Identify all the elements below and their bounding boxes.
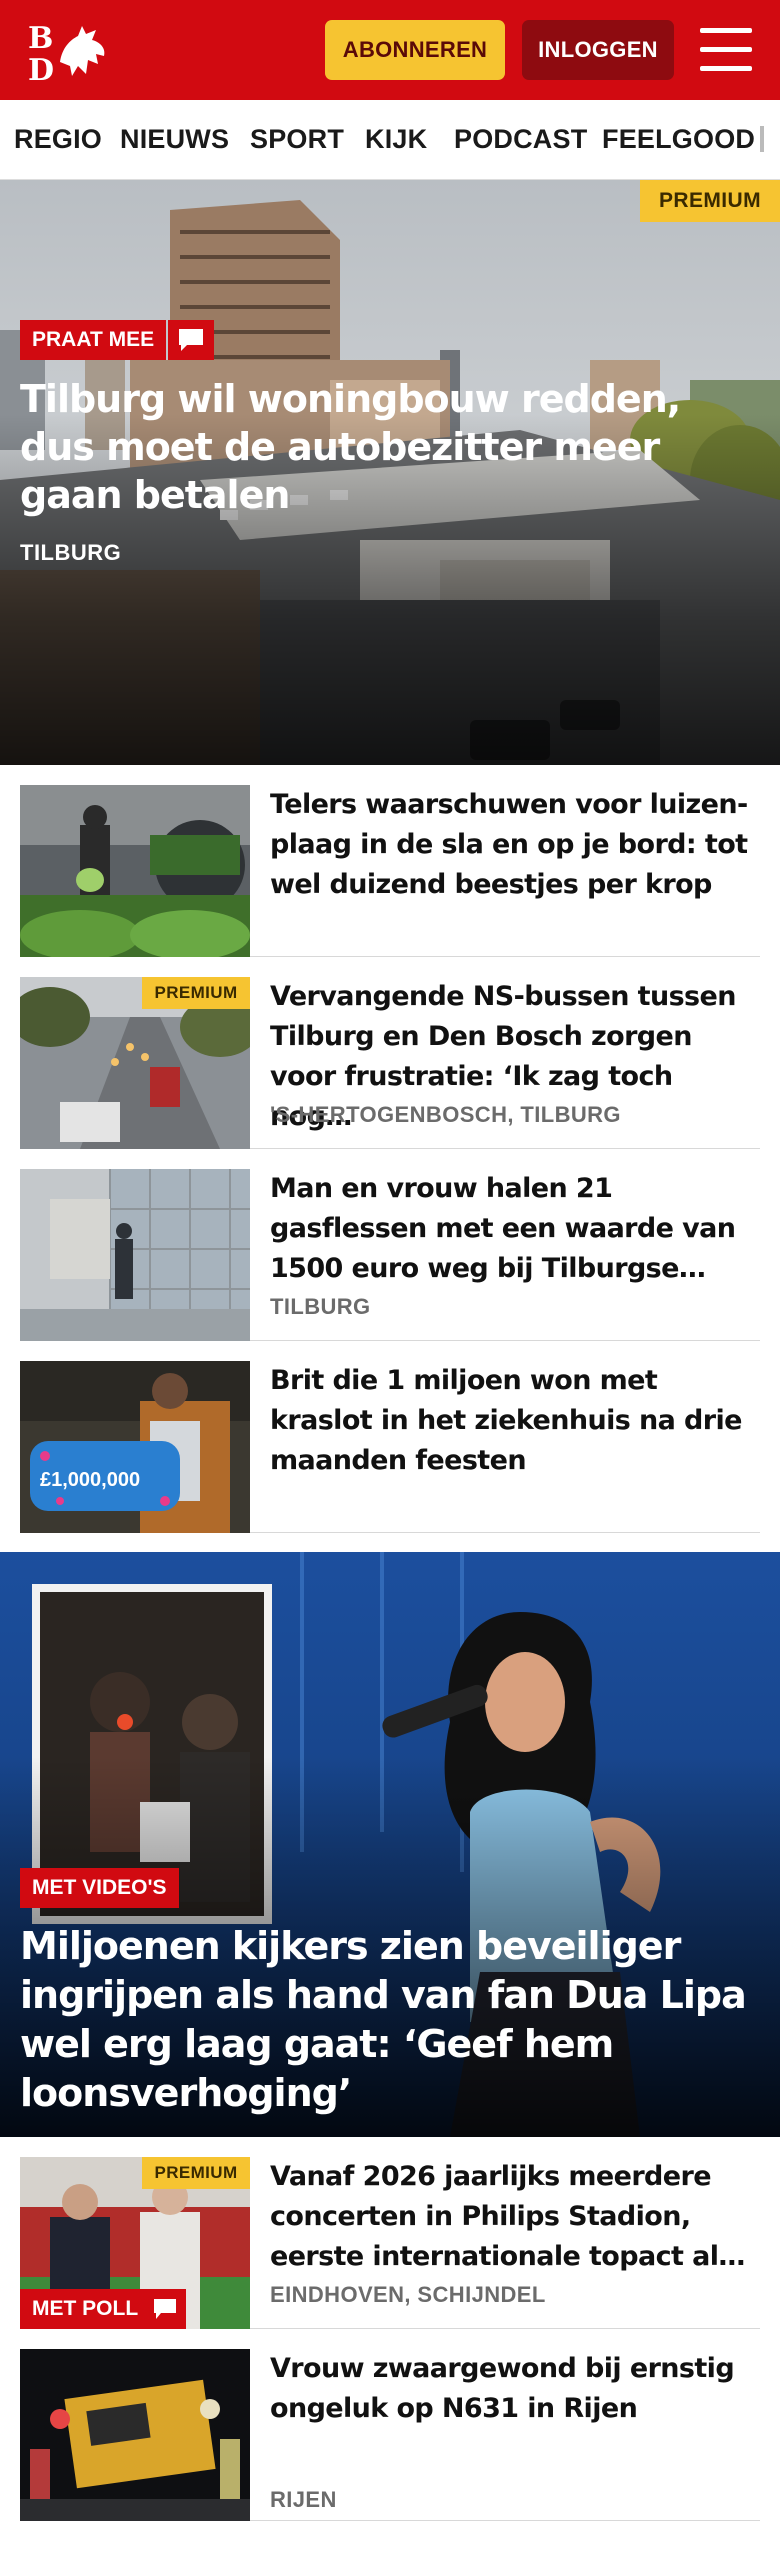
hero-title[interactable]: Tilburg wil woningbouw redden, dus moet … — [20, 375, 760, 519]
article-thumbnail: PREMIUM MET POLL — [20, 2157, 250, 2329]
article-title[interactable]: Telers waarschuwen voor luizen-plaag in … — [270, 785, 760, 905]
hero-location: TILBURG — [20, 540, 122, 565]
list-item[interactable]: PREMIUM MET POLL Vanaf 2026 jaarlijks me… — [20, 2157, 760, 2329]
met-poll-label: MET POLL — [20, 2289, 151, 2329]
nav-item-feelgood[interactable]: FEELGOOD — [602, 124, 755, 155]
article-location: EINDHOVEN, SCHIJNDEL — [270, 2282, 546, 2307]
main-nav: REGIO NIEUWS SPORT KIJK PODCAST FEELGOOD — [0, 100, 780, 180]
list-item[interactable]: Man en vrouw halen 21 gasflessen met een… — [20, 1169, 760, 1341]
comment-icon — [144, 2289, 186, 2329]
article-location: RIJEN — [270, 2487, 337, 2512]
article-thumbnail: PREMIUM — [20, 977, 250, 1149]
article-title[interactable]: Vrouw zwaargewond bij ernstig ongeluk op… — [270, 2349, 760, 2429]
list-item[interactable]: Vrouw zwaargewond bij ernstig ongeluk op… — [20, 2349, 760, 2521]
premium-badge: PREMIUM — [142, 977, 250, 1009]
met-videos-label: MET VIDEO'S — [20, 1868, 179, 1908]
svg-text:D: D — [28, 53, 54, 84]
article-thumbnail: £1,000,000 — [20, 1361, 250, 1533]
article-location: 'S-HERTOGENBOSCH, TILBURG — [270, 1102, 621, 1127]
list-item[interactable]: £1,000,000 Brit die 1 miljoen won met kr… — [20, 1361, 760, 1533]
nav-item-podcast[interactable]: PODCAST — [454, 124, 587, 155]
nav-item-sport[interactable]: SPORT — [250, 124, 344, 155]
list-item[interactable]: Telers waarschuwen voor luizen-plaag in … — [20, 785, 760, 957]
feature-title[interactable]: Miljoenen kijkers zien beveiliger ingrij… — [20, 1922, 760, 2118]
nav-item-kijk[interactable]: KIJK — [365, 124, 427, 155]
prize-board-text: £1,000,000 — [40, 1469, 140, 1491]
article-title[interactable]: Brit die 1 miljoen won met kraslot in he… — [270, 1361, 760, 1481]
hamburger-menu-icon[interactable] — [700, 28, 752, 72]
bd-logo[interactable]: B D — [26, 18, 116, 88]
article-title[interactable]: Vanaf 2026 jaarlijks meerdere concerten … — [270, 2157, 760, 2277]
subscribe-button[interactable]: ABONNEREN — [325, 20, 505, 80]
nav-item-regio[interactable]: REGIO — [14, 124, 102, 155]
article-thumbnail — [20, 2349, 250, 2521]
nav-overflow-indicator — [760, 126, 764, 152]
site-header: B D ABONNEREN INLOGGEN — [0, 0, 780, 100]
article-thumbnail — [20, 1169, 250, 1341]
comment-icon — [168, 320, 214, 360]
list-item[interactable]: PREMIUM Vervangende NS-bussen tussen Til… — [20, 977, 760, 1149]
article-location: TILBURG — [270, 1294, 371, 1319]
article-thumbnail — [20, 785, 250, 957]
login-button[interactable]: INLOGGEN — [522, 20, 674, 80]
article-title[interactable]: Man en vrouw halen 21 gasflessen met een… — [270, 1169, 760, 1289]
svg-text:B: B — [28, 21, 53, 56]
nav-item-nieuws[interactable]: NIEUWS — [120, 124, 229, 155]
praat-mee-label: PRAAT MEE — [20, 320, 167, 360]
premium-badge: PREMIUM — [640, 180, 780, 222]
premium-badge: PREMIUM — [142, 2157, 250, 2189]
